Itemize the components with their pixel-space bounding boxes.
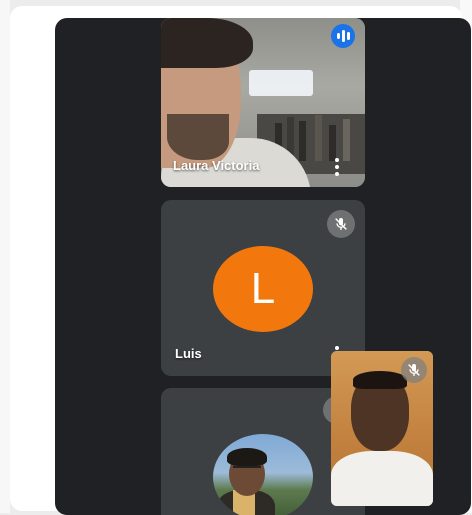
- ceiling-light: [249, 70, 313, 96]
- book: [343, 119, 350, 161]
- self-view-tile[interactable]: [331, 351, 433, 506]
- participant-hair: [227, 448, 267, 466]
- mic-off-icon: [327, 210, 355, 238]
- participant-name: Laura Victoria: [173, 158, 260, 173]
- avatar: [213, 434, 313, 515]
- participant-shirt: [331, 451, 433, 506]
- audio-wave-icon: [331, 24, 355, 48]
- avatar: L: [213, 246, 313, 332]
- participant-glasses: [233, 466, 261, 474]
- participant-beard: [167, 114, 229, 160]
- participant-tile-laura[interactable]: Laura Victoria: [161, 18, 365, 187]
- left-margin: [0, 0, 10, 513]
- book: [329, 125, 336, 161]
- mic-off-icon: [401, 357, 427, 383]
- book: [299, 121, 306, 161]
- book: [315, 115, 322, 161]
- participant-hair: [353, 371, 407, 389]
- participant-hair: [161, 18, 253, 68]
- participant-tile-luis[interactable]: L Luis: [161, 200, 365, 376]
- more-options-icon[interactable]: [335, 158, 339, 176]
- participant-name: Luis: [175, 346, 202, 361]
